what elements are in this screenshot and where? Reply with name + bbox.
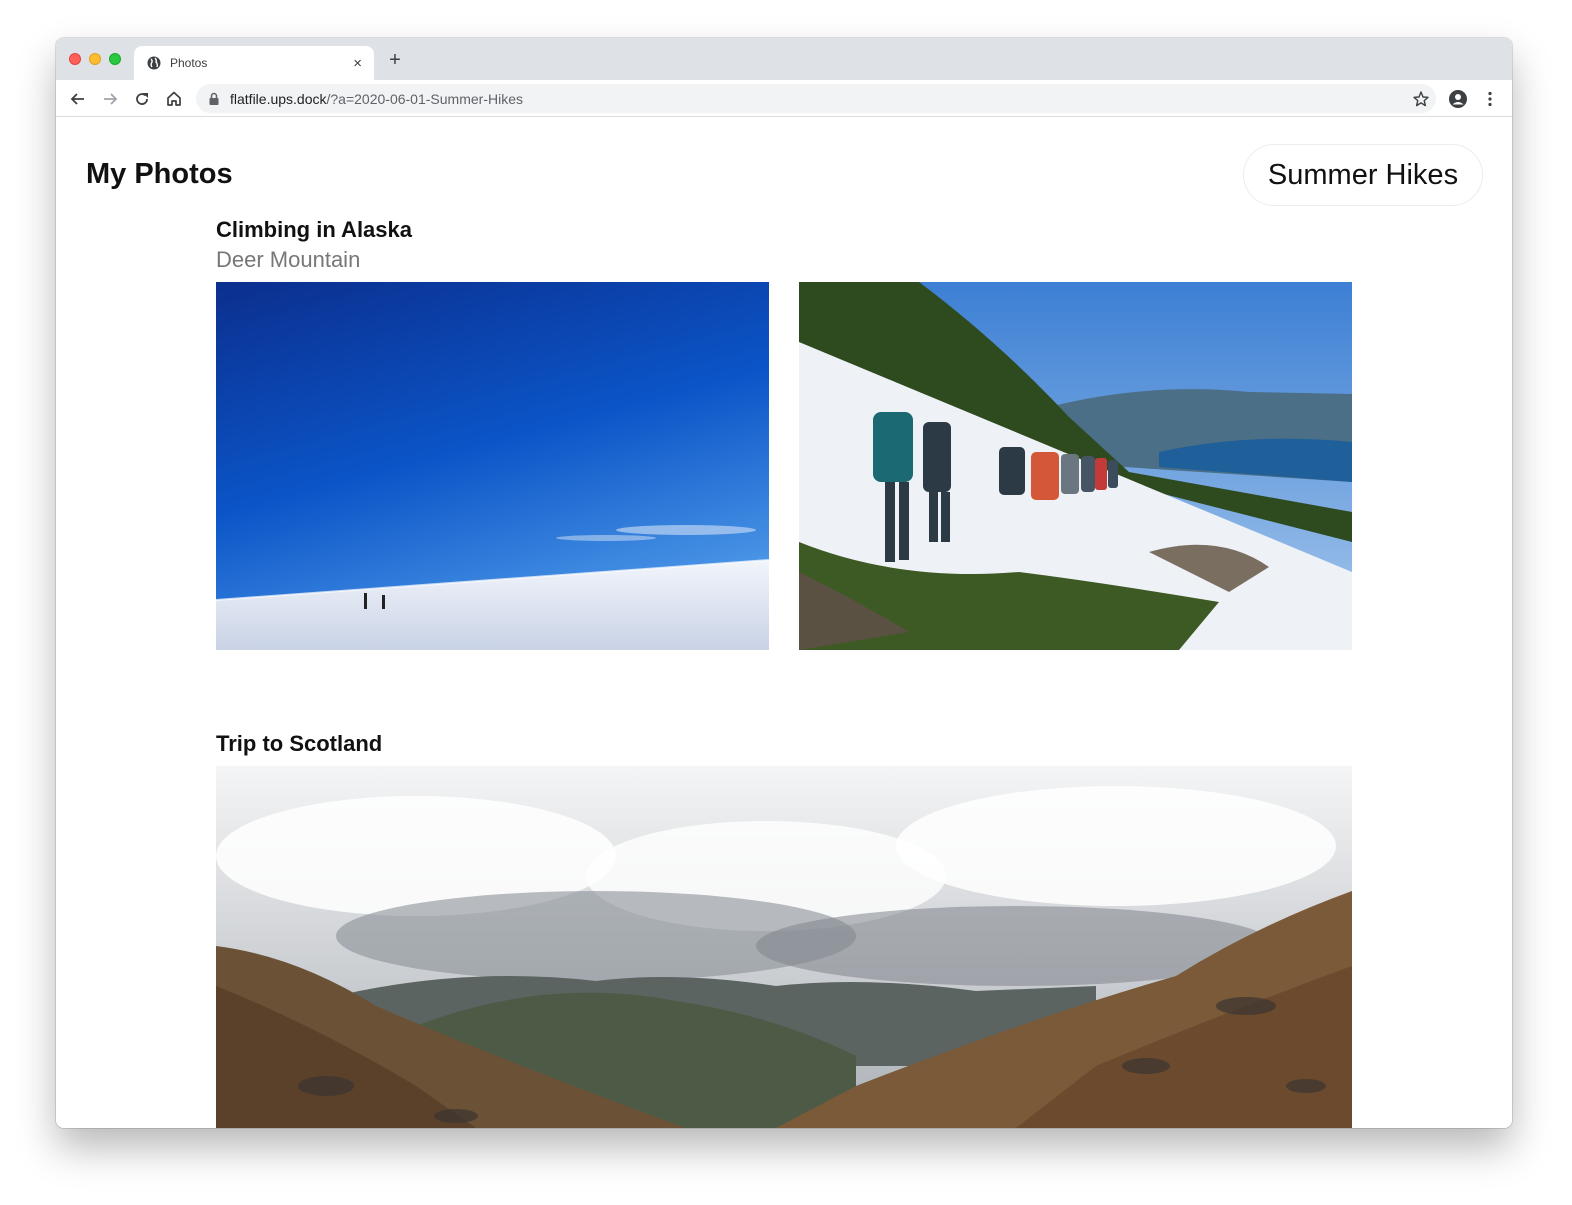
scottish-valley-photo[interactable] (216, 766, 1352, 1128)
address-bar[interactable]: flatfile.ups.dock/?a=2020-06-01-Summer-H… (196, 84, 1436, 113)
browser-toolbar: flatfile.ups.dock/?a=2020-06-01-Summer-H… (56, 80, 1512, 117)
globe-icon (147, 56, 161, 70)
close-window-button[interactable] (69, 53, 81, 65)
snowfield-climbers-photo[interactable] (216, 282, 769, 650)
album-selector-button[interactable]: Summer Hikes (1243, 144, 1483, 206)
section-subtitle: Deer Mountain (216, 247, 361, 272)
new-tab-button[interactable]: + (386, 50, 404, 70)
tab-photos[interactable]: Photos × (134, 46, 374, 80)
reload-icon[interactable] (132, 89, 152, 109)
hikers-snow-slope-photo[interactable] (799, 282, 1352, 650)
tab-strip: Photos × + (56, 38, 1512, 80)
back-arrow-icon[interactable] (68, 89, 88, 109)
home-icon[interactable] (164, 89, 184, 109)
browser-window: Photos × + flatfile.ups.dock/?a=2020-06-… (56, 38, 1512, 1128)
maximize-window-button[interactable] (109, 53, 121, 65)
lock-icon (209, 92, 219, 105)
profile-avatar-icon[interactable] (1448, 89, 1468, 109)
minimize-window-button[interactable] (89, 53, 101, 65)
close-tab-icon[interactable]: × (353, 56, 362, 71)
bookmark-star-icon[interactable] (1412, 90, 1430, 108)
section-title: Trip to Scotland (216, 731, 383, 756)
forward-arrow-icon[interactable] (100, 89, 120, 109)
page-content: My Photos Summer Hikes Climbing in Alask… (56, 117, 1512, 1128)
site-title: My Photos (86, 158, 233, 190)
section-title: Climbing in Alaska (216, 217, 413, 242)
tab-title: Photos (170, 56, 208, 70)
menu-kebab-icon[interactable] (1480, 89, 1500, 109)
url-text: flatfile.ups.dock/?a=2020-06-01-Summer-H… (230, 90, 523, 107)
